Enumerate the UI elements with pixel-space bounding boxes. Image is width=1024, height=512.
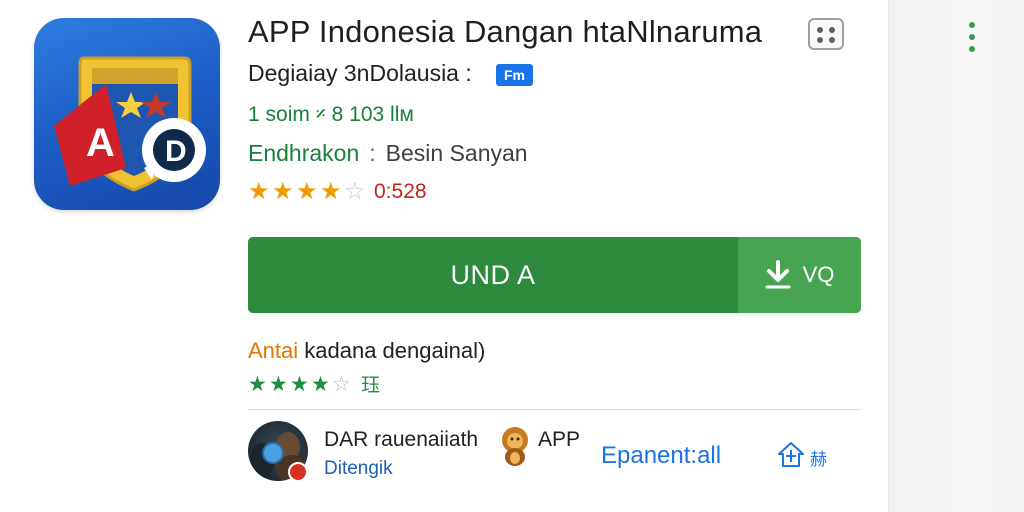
star-filled-icon: ★ xyxy=(320,178,342,205)
developer-badge: Fm xyxy=(496,64,533,86)
app-icon-artwork: A D xyxy=(54,56,206,192)
svg-text:A: A xyxy=(86,121,115,165)
rating-count: 0:528 xyxy=(374,180,427,203)
avatar-badge xyxy=(288,462,308,482)
app-title: APP Indonesia Dangan htaNlnaruma xyxy=(248,14,763,49)
star-empty-icon: ☆ xyxy=(344,178,366,205)
rating-stars: ★ ★ ★ ★ ☆ xyxy=(248,178,368,205)
download-icon xyxy=(765,260,791,289)
app-meta-line: 1 soim 𝄎 8 103 llм xyxy=(248,103,414,126)
install-bar: UND A VQ xyxy=(248,237,861,313)
review-code: 珏 xyxy=(361,375,381,396)
install-options-label: VQ xyxy=(802,262,835,287)
expand-all-link[interactable]: Epanent:all xyxy=(601,442,721,470)
category-separator: : xyxy=(369,140,376,166)
star-filled-icon: ★ xyxy=(269,373,288,396)
star-filled-icon: ★ xyxy=(290,373,309,396)
reviewer-name[interactable]: DAR rauenaiiath xyxy=(324,428,478,452)
star-filled-icon: ★ xyxy=(248,373,267,396)
category-row: Endhrakon: Besin Sanyan xyxy=(248,140,528,167)
star-filled-icon: ★ xyxy=(296,178,318,205)
review-heading-accent: Antai xyxy=(248,338,299,363)
star-filled-icon: ★ xyxy=(311,373,330,396)
svg-text:D: D xyxy=(165,135,187,168)
reviewer-subtitle[interactable]: Ditengik xyxy=(324,458,393,480)
install-button[interactable]: UND A xyxy=(248,237,738,313)
share-label[interactable]: 赫 xyxy=(810,445,827,470)
star-filled-icon: ★ xyxy=(272,178,294,205)
review-heading: Antai kadana dengainal) xyxy=(248,338,485,364)
star-filled-icon: ★ xyxy=(248,178,270,205)
review-stars: ★ ★ ★ ★ ☆ xyxy=(248,373,353,396)
overflow-menu-icon[interactable] xyxy=(964,20,980,56)
app-rating: ★ ★ ★ ★ ☆ 0:528 xyxy=(248,178,427,208)
developer-name[interactable]: Degiaiay 3nDolausia : xyxy=(248,60,472,87)
more-options-icon[interactable] xyxy=(808,18,844,50)
category-value: Besin Sanyan xyxy=(385,140,528,166)
install-options-button[interactable]: VQ xyxy=(738,237,861,313)
share-icon[interactable] xyxy=(776,440,806,470)
lion-mascot-icon xyxy=(502,427,528,466)
avatar-status-dot xyxy=(262,442,284,464)
app-label: APP xyxy=(538,428,581,451)
review-rating: ★ ★ ★ ★ ☆ 珏 xyxy=(248,370,380,399)
category-label[interactable]: Endhrakon xyxy=(248,140,359,166)
side-panel xyxy=(888,0,1024,512)
star-empty-icon: ☆ xyxy=(332,373,351,396)
review-heading-text: kadana dengainal) xyxy=(298,338,486,363)
section-divider xyxy=(248,409,861,410)
app-shield-icon[interactable]: A D xyxy=(34,18,220,210)
